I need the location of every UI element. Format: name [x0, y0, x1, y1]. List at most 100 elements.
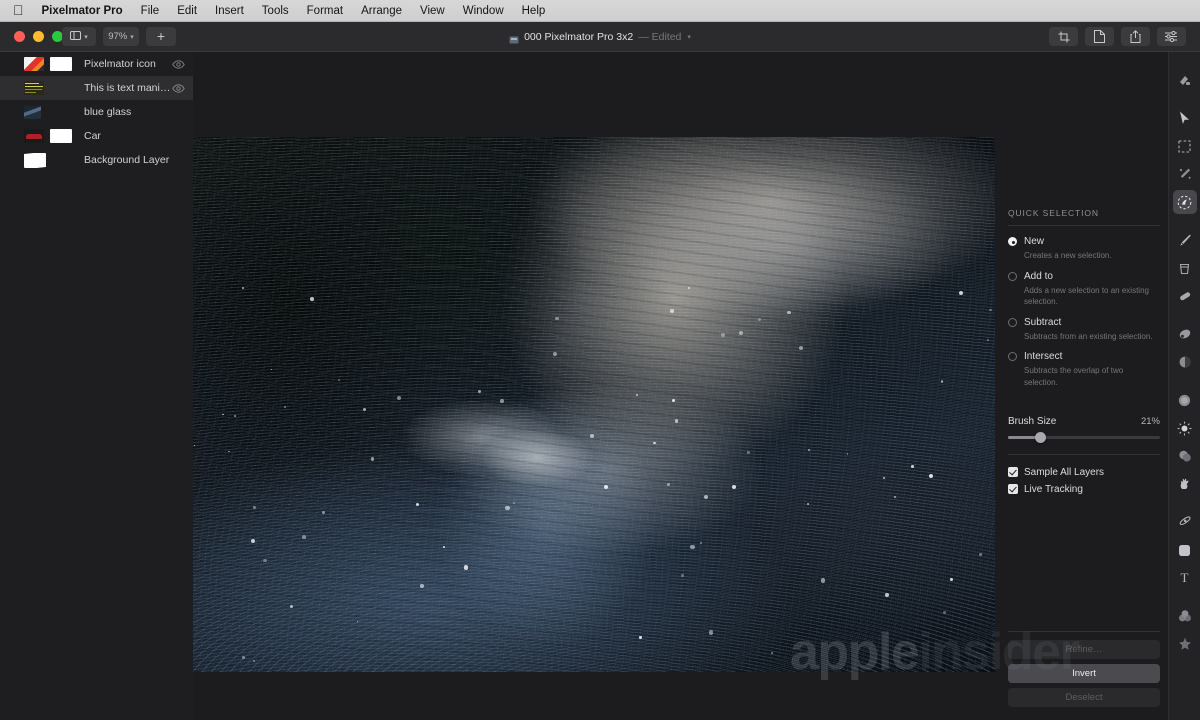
- refine-button[interactable]: Refine…: [1008, 640, 1160, 659]
- checkbox-live-tracking[interactable]: Live Tracking: [1008, 484, 1160, 495]
- smudge-icon: [1178, 355, 1192, 369]
- sponge-tool[interactable]: [1173, 472, 1197, 496]
- artwork-speck: [321, 510, 325, 515]
- menu-edit[interactable]: Edit: [168, 0, 206, 22]
- layer-row[interactable]: Background Layer: [0, 148, 193, 172]
- layer-row[interactable]: Pixelmator icon: [0, 52, 193, 76]
- layer-row[interactable]: This is text manipulatio…: [0, 76, 193, 100]
- clone-stamp-tool[interactable]: [1173, 322, 1197, 346]
- checkbox-sample-all-layers-label: Sample All Layers: [1024, 466, 1105, 478]
- artwork-speck: [193, 444, 196, 447]
- deselect-button[interactable]: Deselect: [1008, 688, 1160, 707]
- eraser-tool[interactable]: [1173, 284, 1197, 308]
- option-add-to[interactable]: Add to Adds a new selection to an existi…: [1000, 271, 1168, 308]
- menu-arrange[interactable]: Arrange: [352, 0, 411, 22]
- brush-size-slider-knob[interactable]: [1034, 431, 1046, 443]
- artboard-image[interactable]: [193, 137, 995, 672]
- lighten-sun-icon: [1177, 421, 1192, 436]
- paint-tool[interactable]: [1173, 228, 1197, 252]
- checkbox-sample-all-layers[interactable]: Sample All Layers: [1008, 467, 1160, 478]
- quick-selection-tool[interactable]: [1172, 190, 1197, 214]
- paint-bucket-tool[interactable]: [1173, 256, 1197, 280]
- artwork-speck: [958, 291, 963, 296]
- effects-tool[interactable]: [1173, 632, 1197, 656]
- artwork-speck: [590, 434, 595, 439]
- artwork-speck: [222, 413, 224, 416]
- chevron-down-icon[interactable]: ▾: [686, 33, 691, 41]
- panel-checkboxes: Sample All Layers Live Tracking: [1000, 455, 1168, 495]
- zoom-level-value: 97%: [108, 31, 128, 42]
- artwork-speck: [885, 592, 890, 598]
- layer-visibility-icon[interactable]: [172, 83, 185, 93]
- share-button[interactable]: [1121, 27, 1150, 46]
- option-intersect[interactable]: Intersect Subtracts the overlap of two s…: [1000, 351, 1168, 388]
- apple-logo-icon[interactable]: : [11, 3, 33, 19]
- layer-mask-thumbnail: [50, 129, 72, 143]
- menu-window[interactable]: Window: [454, 0, 513, 22]
- artwork-speck: [356, 620, 358, 623]
- sidebar-toggle-button[interactable]: ▾: [62, 27, 96, 46]
- checkbox-icon[interactable]: [1008, 484, 1018, 495]
- artwork-speck: [690, 544, 695, 549]
- option-subtract-desc: Subtracts from an existing selection.: [1024, 331, 1153, 341]
- lighten-tool[interactable]: [1173, 416, 1197, 440]
- brush-size-value: 21%: [1140, 415, 1160, 427]
- document-button[interactable]: [1085, 27, 1114, 46]
- artwork-speck: [699, 541, 702, 544]
- artwork-speck: [463, 565, 469, 570]
- layer-visibility-icon[interactable]: [172, 59, 185, 69]
- share-icon: [1130, 30, 1141, 43]
- artwork-speck: [799, 345, 804, 350]
- radio-new[interactable]: [1008, 237, 1017, 246]
- radio-subtract[interactable]: [1008, 317, 1017, 327]
- sidebar-icon: [70, 30, 82, 43]
- close-button[interactable]: [14, 31, 25, 42]
- window-title: 000 Pixelmator Pro 3x2 — Edited ▾: [0, 22, 1200, 52]
- menu-insert[interactable]: Insert: [206, 0, 253, 22]
- titlebar: ▾ 97% ▾ + 000 Pixelmator Pro 3x2 — Edite…: [0, 22, 1200, 52]
- option-new[interactable]: New Creates a new selection.: [1000, 236, 1168, 262]
- option-add-to-label: Add to: [1024, 270, 1053, 282]
- artwork-speck: [671, 398, 675, 402]
- crop-tool-button[interactable]: [1049, 27, 1078, 46]
- panel-divider: [1008, 225, 1160, 226]
- checkbox-icon[interactable]: [1008, 467, 1018, 478]
- shape-tool[interactable]: [1173, 538, 1197, 562]
- artwork-speck: [337, 378, 340, 382]
- sliders-icon: [1165, 31, 1178, 42]
- zoom-level-button[interactable]: 97% ▾: [103, 27, 139, 46]
- artwork-speck: [283, 406, 286, 409]
- color-adjust-tool[interactable]: [1173, 604, 1197, 628]
- brush-size-control[interactable]: Brush Size 21%: [1000, 398, 1168, 443]
- menu-view[interactable]: View: [411, 0, 454, 22]
- layer-thumbnails: [24, 81, 82, 95]
- pen-tool[interactable]: [1173, 510, 1197, 534]
- brush-size-slider[interactable]: [1008, 431, 1160, 443]
- artwork-speck: [667, 483, 670, 487]
- layer-row[interactable]: Car: [0, 124, 193, 148]
- menu-help[interactable]: Help: [513, 0, 555, 22]
- adjustments-button[interactable]: [1157, 27, 1186, 46]
- artwork-speck: [820, 578, 826, 583]
- smudge-tool[interactable]: [1173, 350, 1197, 374]
- add-layer-button[interactable]: +: [146, 27, 176, 46]
- minimize-button[interactable]: [33, 31, 44, 42]
- traffic-lights: [14, 31, 63, 42]
- radio-add-to[interactable]: [1008, 271, 1017, 281]
- menu-tools[interactable]: Tools: [253, 0, 298, 22]
- option-subtract[interactable]: Subtract Subtracts from an existing sele…: [1000, 317, 1168, 343]
- darken-tool[interactable]: [1173, 444, 1197, 468]
- type-T-icon: T: [1180, 570, 1189, 585]
- menu-pixelmator-pro[interactable]: Pixelmator Pro: [33, 0, 132, 22]
- magic-wand-tool[interactable]: [1173, 162, 1197, 186]
- blur-tool[interactable]: [1173, 388, 1197, 412]
- layer-row[interactable]: blue glass: [0, 100, 193, 124]
- radio-intersect[interactable]: [1008, 352, 1017, 362]
- menu-format[interactable]: Format: [298, 0, 352, 22]
- rectangular-marquee-tool[interactable]: [1173, 134, 1197, 158]
- move-tool[interactable]: [1173, 106, 1197, 130]
- menu-file[interactable]: File: [132, 0, 169, 22]
- arrange-tool[interactable]: [1173, 68, 1197, 92]
- invert-button[interactable]: Invert: [1008, 664, 1160, 683]
- type-tool[interactable]: T: [1173, 566, 1197, 590]
